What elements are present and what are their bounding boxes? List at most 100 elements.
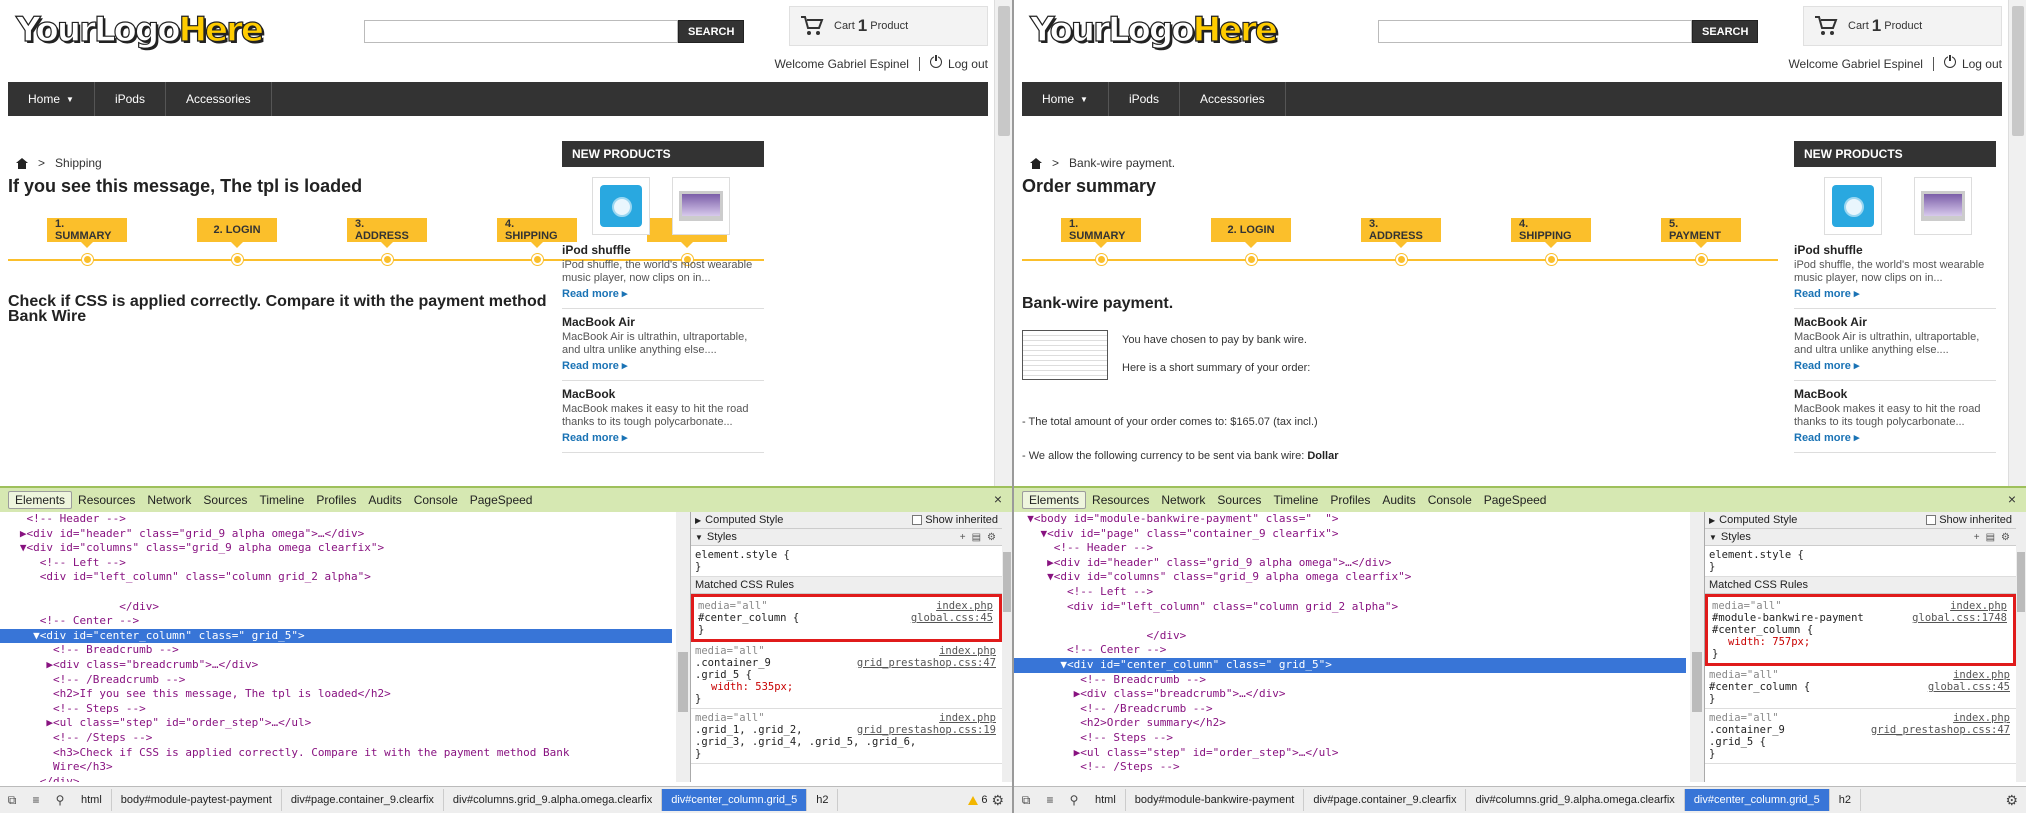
order-step-3[interactable]: 3. ADDRESS: [1361, 218, 1441, 248]
nav-item-home[interactable]: Home ▼: [8, 82, 95, 116]
dom-scrollbar[interactable]: [676, 512, 690, 782]
dom-node[interactable]: <!-- Left -->: [1014, 585, 1686, 600]
dom-scrollbar[interactable]: [1690, 512, 1704, 782]
dom-node[interactable]: ▼<div id="columns" class="grid_9 alpha o…: [0, 541, 672, 556]
styles-header[interactable]: ▼ Styles + ▤ ⚙: [1705, 529, 2016, 546]
computed-style-header[interactable]: ▶ Computed Style Show inherited: [691, 512, 1002, 529]
dom-node[interactable]: ▶<ul class="step" id="order_step">…</ul>: [0, 716, 672, 731]
scrollbar-thumb[interactable]: [1692, 652, 1702, 712]
nav-item-home[interactable]: Home ▼: [1022, 82, 1109, 116]
show-inherited-toggle[interactable]: Show inherited: [912, 514, 998, 526]
logout-link[interactable]: Log out: [929, 54, 988, 71]
dom-node[interactable]: <!-- /Breadcrumb -->: [0, 673, 672, 688]
tab-sources[interactable]: Sources: [197, 491, 253, 509]
dom-node[interactable]: <div id="left_column" class="column grid…: [0, 570, 672, 585]
rule-source-link[interactable]: index.php: [939, 645, 996, 657]
dom-node[interactable]: ▼<div id="columns" class="grid_9 alpha o…: [1014, 570, 1686, 585]
dom-node[interactable]: <!-- Breadcrumb -->: [1014, 673, 1686, 688]
styles-header[interactable]: ▼ Styles + ▤ ⚙: [691, 529, 1002, 546]
rule-property[interactable]: width: 757px;: [1712, 636, 2009, 648]
rule-source-file-link[interactable]: global.css:45: [1928, 681, 2010, 693]
tab-network[interactable]: Network: [1155, 491, 1211, 509]
store-logo[interactable]: YourLogoHere: [1029, 9, 1278, 50]
tab-audits[interactable]: Audits: [362, 491, 407, 509]
dom-breadcrumb-item[interactable]: div#columns.grid_9.alpha.omega.clearfix: [1466, 789, 1685, 811]
dom-node[interactable]: ▶<div class="breadcrumb">…</div>: [0, 658, 672, 673]
rule-source-link[interactable]: index.php: [936, 600, 993, 612]
search-button[interactable]: SEARCH: [678, 20, 745, 43]
rule-source-link[interactable]: index.php: [1950, 600, 2007, 612]
tab-console[interactable]: Console: [408, 491, 464, 509]
product-name-link[interactable]: iPod shuffle: [1794, 243, 1996, 257]
dom-node[interactable]: ▼<div id="center_column" class=" grid_5"…: [0, 628, 672, 644]
logout-link[interactable]: Log out: [1943, 54, 2002, 71]
dom-node[interactable]: ▶<div id="header" class="grid_9 alpha om…: [1014, 556, 1686, 571]
tab-timeline[interactable]: Timeline: [1267, 491, 1324, 509]
search-icon[interactable]: ⚲: [1062, 791, 1086, 809]
tab-resources[interactable]: Resources: [72, 491, 141, 509]
dock-icon[interactable]: ⧉: [0, 791, 24, 809]
dom-node[interactable]: ▶<ul class="step" id="order_step">…</ul>: [1014, 746, 1686, 761]
dom-node[interactable]: [0, 585, 672, 600]
product-name-link[interactable]: iPod shuffle: [562, 243, 764, 257]
product-thumb-macbook[interactable]: [1914, 177, 1972, 235]
dom-node[interactable]: <!-- Center -->: [1014, 643, 1686, 658]
dom-breadcrumb-item[interactable]: h2: [807, 789, 839, 811]
store-logo[interactable]: YourLogoHere: [15, 9, 264, 50]
nav-item-accessories[interactable]: Accessories: [166, 82, 272, 116]
tab-resources[interactable]: Resources: [1086, 491, 1155, 509]
checkbox[interactable]: [1926, 515, 1937, 525]
read-more-link[interactable]: Read more ▸: [562, 359, 764, 372]
scrollbar-thumb[interactable]: [2012, 6, 2024, 136]
dom-node[interactable]: <!-- Steps -->: [0, 702, 672, 717]
tab-sources[interactable]: Sources: [1211, 491, 1267, 509]
dom-node[interactable]: <h2>If you see this message, The tpl is …: [0, 687, 672, 702]
read-more-link[interactable]: Read more ▸: [562, 287, 764, 300]
dom-node[interactable]: ▶<div id="header" class="grid_9 alpha om…: [0, 527, 672, 542]
product-name-link[interactable]: MacBook: [1794, 387, 1996, 401]
dom-node[interactable]: <!-- Steps -->: [1014, 731, 1686, 746]
read-more-link[interactable]: Read more ▸: [1794, 431, 1996, 444]
rule-property[interactable]: width: 535px;: [695, 681, 998, 693]
search-button[interactable]: SEARCH: [1692, 20, 1759, 43]
dom-breadcrumb-item[interactable]: div#columns.grid_9.alpha.omega.clearfix: [444, 789, 663, 811]
plus-icon[interactable]: +: [1974, 532, 1980, 543]
dom-node[interactable]: ▼<div id="center_column" class=" grid_5"…: [1014, 657, 1686, 673]
order-step-3[interactable]: 3. ADDRESS: [347, 218, 427, 248]
tab-pagespeed[interactable]: PageSpeed: [464, 491, 539, 509]
search-icon[interactable]: ⚲: [48, 791, 72, 809]
rule-source-file-link[interactable]: grid_prestashop.css:47: [857, 657, 996, 669]
tab-pagespeed[interactable]: PageSpeed: [1478, 491, 1553, 509]
dom-node[interactable]: <!-- Header -->: [1014, 541, 1686, 556]
computed-style-header[interactable]: ▶ Computed Style Show inherited: [1705, 512, 2016, 529]
scrollbar-thumb[interactable]: [678, 652, 688, 712]
dom-breadcrumb-item[interactable]: body#module-bankwire-payment: [1126, 789, 1305, 811]
page-scrollbar[interactable]: [994, 0, 1012, 486]
product-thumb-ipod[interactable]: [592, 177, 650, 235]
console-icon[interactable]: ≡: [1038, 791, 1062, 809]
styles-scrollbar[interactable]: [1002, 512, 1012, 782]
scrollbar-thumb[interactable]: [1003, 552, 1011, 612]
rule-source-link[interactable]: index.php: [1953, 669, 2010, 681]
dom-node[interactable]: <!-- Left -->: [0, 556, 672, 571]
dom-node[interactable]: ▼<body id="module-bankwire-payment" clas…: [1014, 512, 1686, 527]
close-icon[interactable]: ×: [994, 491, 1002, 507]
read-more-link[interactable]: Read more ▸: [562, 431, 764, 444]
rule-source-file-link[interactable]: global.css:1748: [1912, 612, 2007, 624]
gear-icon[interactable]: ⚙: [991, 792, 1004, 809]
tab-elements[interactable]: Elements: [8, 491, 73, 509]
nav-item-ipods[interactable]: iPods: [1109, 82, 1180, 116]
product-name-link[interactable]: MacBook: [562, 387, 764, 401]
element-state-icon[interactable]: ▤: [972, 532, 981, 543]
home-icon[interactable]: [1030, 157, 1042, 169]
order-step-2[interactable]: 2. LOGIN: [197, 218, 277, 248]
tab-profiles[interactable]: Profiles: [1324, 491, 1376, 509]
order-step-1[interactable]: 1. SUMMARY: [1061, 218, 1141, 248]
dom-node[interactable]: Wire</h3>: [0, 760, 672, 775]
page-scrollbar[interactable]: [2008, 0, 2026, 486]
nav-item-accessories[interactable]: Accessories: [1180, 82, 1286, 116]
order-step-4[interactable]: 4. SHIPPING: [1511, 218, 1591, 248]
styles-scrollbar[interactable]: [2016, 512, 2026, 782]
dom-node[interactable]: <!-- Center -->: [0, 614, 672, 629]
dom-node[interactable]: ▶<div class="breadcrumb">…</div>: [1014, 687, 1686, 702]
